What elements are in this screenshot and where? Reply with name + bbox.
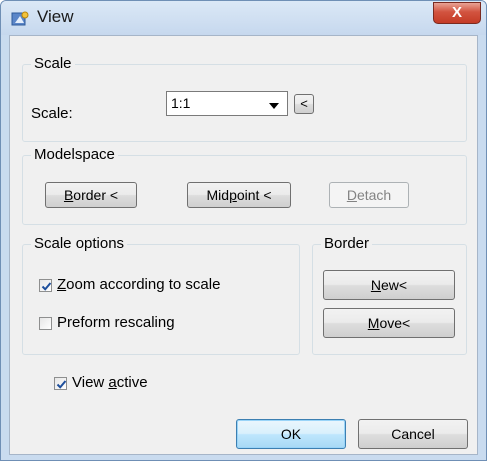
window-title: View [37,7,74,26]
border-button-label: Border < [63,187,119,203]
new-border-button[interactable]: New< [323,270,455,300]
dialog-client-area: Scale Scale: 1:1 < Modelspace Border < M… [9,35,478,455]
midpoint-button-label: Midpoint < [206,187,272,203]
close-icon: X [451,4,462,21]
scale-pick-button-label: < [300,96,308,111]
modelspace-group-title: Modelspace [31,146,118,164]
border-group: Border New< Move< [312,235,467,355]
close-button[interactable]: X [433,2,481,24]
checkmark-icon [41,282,52,291]
rescale-checkbox-label[interactable]: Preform rescaling [57,314,175,332]
ok-button-label: OK [280,426,302,442]
zoom-checkbox[interactable] [39,279,52,292]
view-active-label[interactable]: View active [72,374,148,392]
scale-options-group-title: Scale options [31,235,128,253]
border-group-title: Border [321,235,373,253]
scale-group: Scale Scale: 1:1 < [22,55,467,142]
title-bar[interactable]: View X [1,1,486,35]
scale-group-title: Scale [31,55,75,73]
scale-select-value: 1:1 [171,95,191,111]
new-border-button-label: New< [370,277,408,293]
ok-button[interactable]: OK [236,419,346,449]
scale-pick-button[interactable]: < [294,94,314,114]
checkmark-icon [56,380,67,389]
chevron-down-icon[interactable] [269,103,279,109]
cancel-button[interactable]: Cancel [358,419,468,449]
modelspace-group: Modelspace Border < Midpoint < Detach [22,146,467,225]
scale-options-group: Scale options Zoom according to scale Pr… [22,235,300,355]
border-button[interactable]: Border < [45,182,137,208]
rescale-checkbox[interactable] [39,317,52,330]
app-icon [11,11,29,26]
move-border-button-label: Move< [367,315,411,331]
detach-button[interactable]: Detach [329,182,409,208]
midpoint-button[interactable]: Midpoint < [187,182,291,208]
view-dialog: View X Scale Scale: 1:1 < Modelspace Bor… [0,0,487,461]
zoom-checkbox-label[interactable]: Zoom according to scale [57,276,220,294]
cancel-button-label: Cancel [391,426,435,442]
scale-label: Scale: [31,105,73,122]
scale-select[interactable]: 1:1 [166,91,288,116]
move-border-button[interactable]: Move< [323,308,455,338]
detach-button-label: Detach [346,187,392,203]
view-active-checkbox[interactable] [54,377,67,390]
